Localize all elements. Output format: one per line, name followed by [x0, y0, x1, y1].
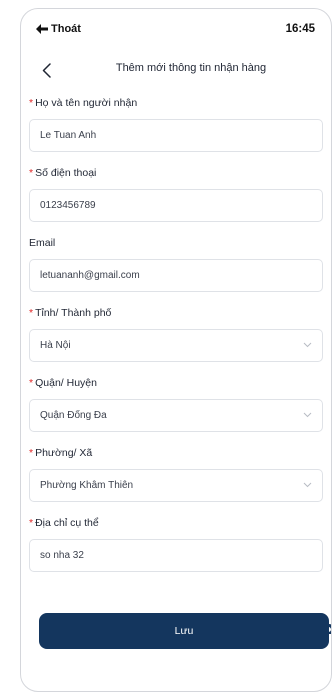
required-mark: *	[29, 447, 34, 459]
field-label: * Địa chỉ cụ thể	[29, 517, 99, 529]
district-select[interactable]: Quận Đống Đa	[29, 399, 323, 432]
chevron-down-icon	[303, 412, 312, 418]
required-mark: *	[29, 377, 34, 389]
field-label: Email	[29, 237, 56, 249]
recipient-name-input[interactable]: Le Tuan Anh	[29, 119, 323, 152]
field-address: * Địa chỉ cụ thể so nha 32	[29, 517, 323, 587]
phone-frame: Thoát 16:45 Thêm mới thông tin nhận hàng…	[20, 8, 332, 692]
field-recipient-name: * Họ và tên người nhận Le Tuan Anh	[29, 97, 323, 167]
field-email: Email letuananh@gmail.com	[29, 237, 323, 307]
field-label: * Họ và tên người nhận	[29, 97, 138, 109]
back-button[interactable]	[33, 57, 59, 83]
province-select[interactable]: Hà Nội	[29, 329, 323, 362]
required-mark: *	[29, 167, 34, 179]
chevron-down-icon	[303, 342, 312, 348]
field-district: * Quận/ Huyện Quận Đống Đa	[29, 377, 323, 447]
phone-input[interactable]: 0123456789	[29, 189, 323, 222]
back-arrow-icon	[36, 24, 48, 34]
status-bar: Thoát 16:45	[21, 23, 331, 39]
email-input[interactable]: letuananh@gmail.com	[29, 259, 323, 292]
required-mark: *	[29, 517, 34, 529]
required-mark: *	[29, 97, 34, 109]
field-label: * Số điện thoại	[29, 167, 97, 179]
status-back-label: Thoát	[51, 23, 81, 35]
nav-bar: Thêm mới thông tin nhận hàng	[21, 55, 331, 85]
field-province: * Tỉnh/ Thành phố Hà Nội	[29, 307, 323, 377]
chevron-down-icon	[303, 482, 312, 488]
field-phone: * Số điện thoại 0123456789	[29, 167, 323, 237]
field-ward: * Phường/ Xã Phường Khâm Thiên	[29, 447, 323, 517]
required-mark: *	[29, 307, 34, 319]
status-back-link[interactable]: Thoát	[36, 23, 81, 35]
field-label: * Tỉnh/ Thành phố	[29, 307, 112, 319]
address-input[interactable]: so nha 32	[29, 539, 323, 572]
field-label: * Phường/ Xã	[29, 447, 93, 459]
home-indicator	[148, 691, 238, 692]
ward-select[interactable]: Phường Khâm Thiên	[29, 469, 323, 502]
save-button[interactable]: Lưu	[39, 613, 329, 649]
page-title: Thêm mới thông tin nhận hàng	[115, 62, 267, 74]
status-time: 16:45	[285, 23, 315, 35]
chevron-left-icon	[42, 62, 51, 78]
field-label: * Quận/ Huyện	[29, 377, 97, 389]
